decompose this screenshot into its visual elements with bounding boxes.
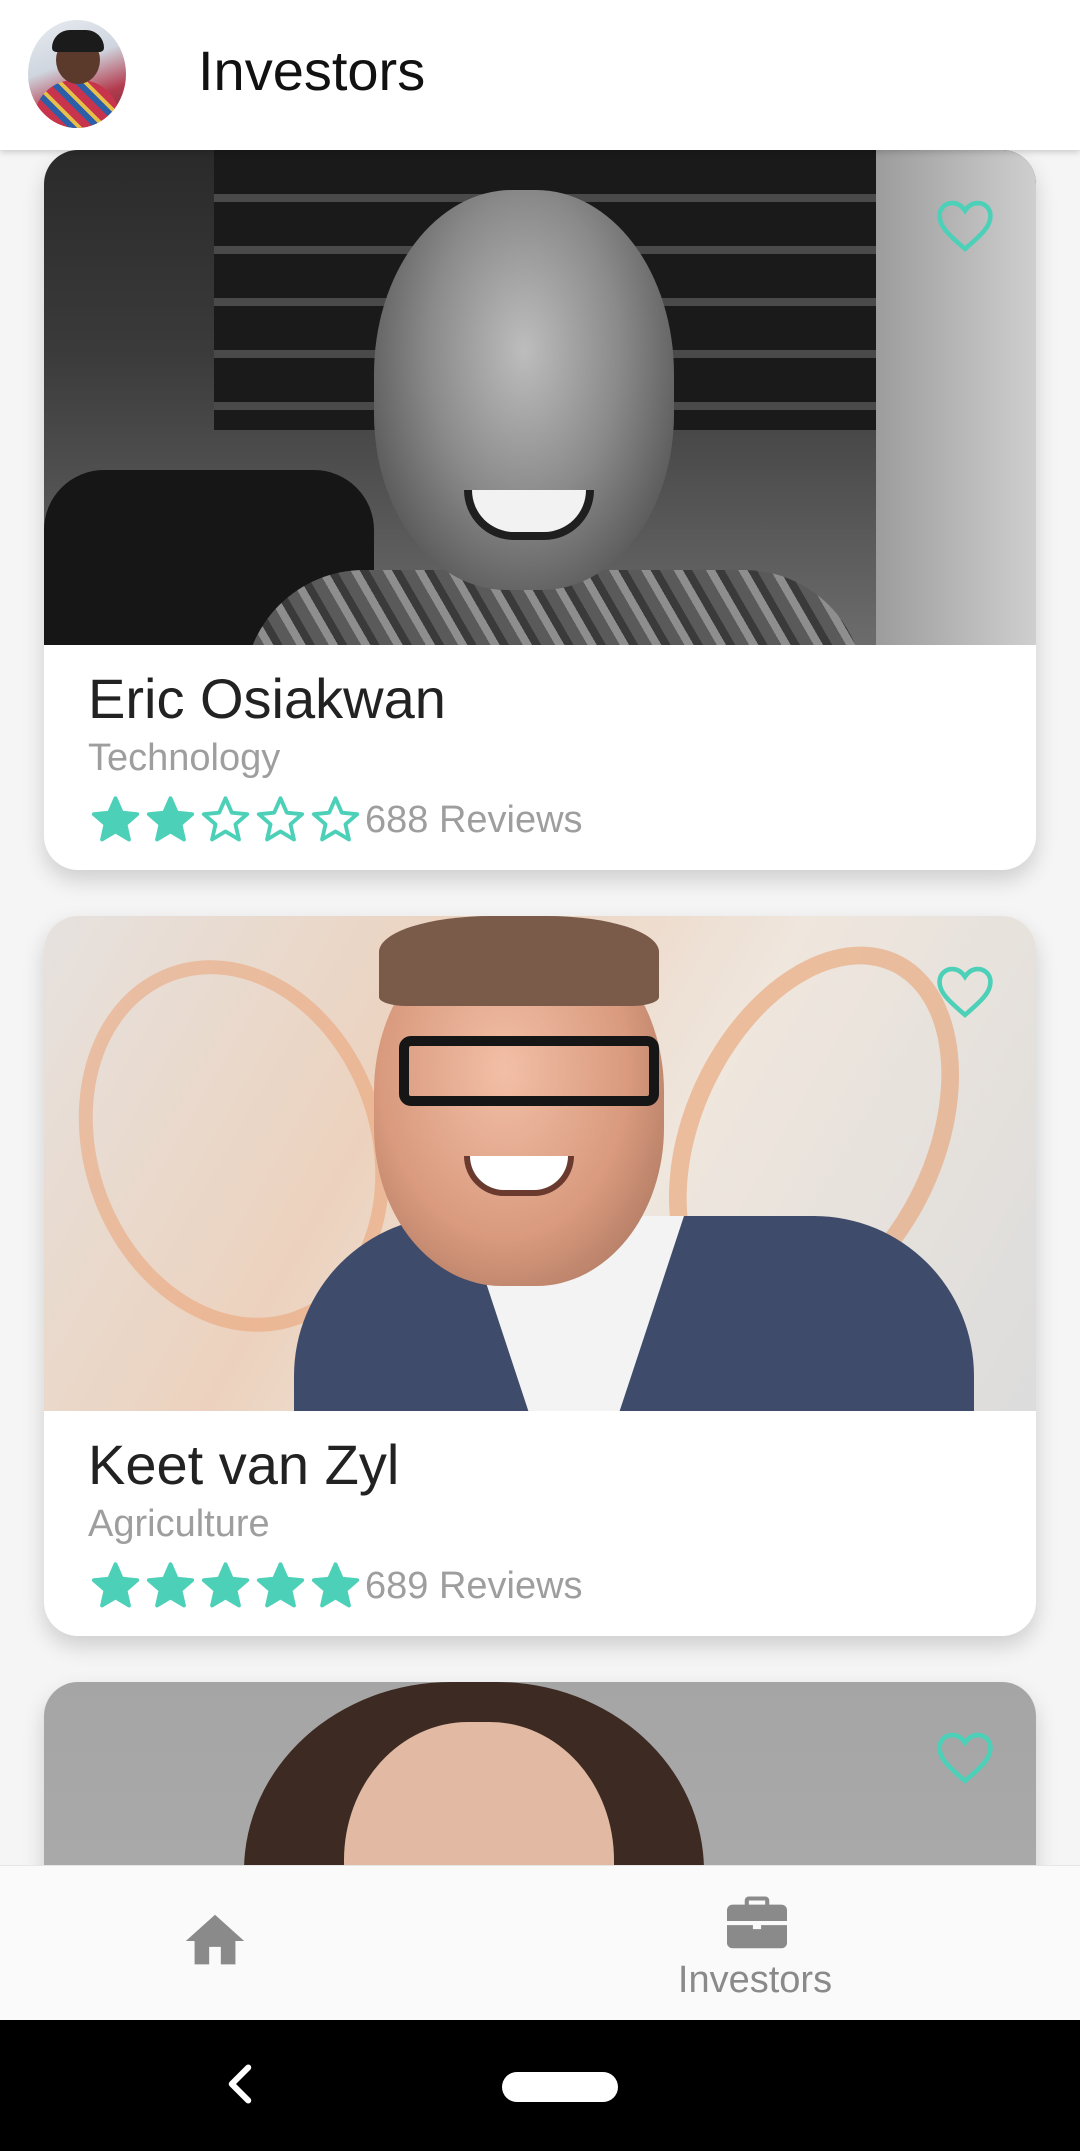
investor-photo (44, 916, 1036, 1411)
page-title: Investors (198, 39, 426, 102)
nav-label-investors: Investors (677, 1959, 833, 2001)
star-outline-icon (201, 796, 250, 842)
home-pill[interactable] (502, 2072, 618, 2102)
system-nav-bar (0, 2020, 1080, 2151)
rating-row: 688 Reviews (88, 791, 992, 849)
investor-card[interactable]: Eric Osiakwan Technology 688 Reviews (44, 150, 1036, 870)
app-bar: Investors (0, 0, 1080, 150)
home-icon[interactable] (180, 1906, 250, 1976)
investor-category: Technology (88, 737, 281, 779)
heart-icon[interactable] (934, 198, 996, 254)
investor-photo (44, 150, 1036, 645)
review-count: 688 Reviews (365, 798, 583, 841)
briefcase-icon (727, 1896, 787, 1949)
heart-icon[interactable] (934, 964, 996, 1020)
rating-row: 689 Reviews (88, 1557, 992, 1615)
back-icon[interactable] (225, 2062, 255, 2106)
star-filled-icon (146, 796, 195, 842)
star-filled-icon (256, 1562, 305, 1608)
star-rating (88, 1560, 363, 1612)
investor-card[interactable] (44, 1682, 1036, 1865)
review-count: 689 Reviews (365, 1564, 583, 1607)
star-filled-icon (91, 796, 140, 842)
investor-card[interactable]: Keet van Zyl Agriculture 689 Reviews (44, 916, 1036, 1636)
star-filled-icon (201, 1562, 250, 1608)
nav-item-investors[interactable]: Investors (670, 1891, 840, 2001)
star-filled-icon (91, 1562, 140, 1608)
star-filled-icon (311, 1562, 360, 1608)
star-filled-icon (146, 1562, 195, 1608)
investor-list[interactable]: Eric Osiakwan Technology 688 Reviews Kee… (0, 150, 1080, 1865)
user-avatar[interactable] (28, 20, 126, 128)
investor-name: Eric Osiakwan (88, 667, 446, 730)
investor-name: Keet van Zyl (88, 1433, 400, 1496)
star-rating (88, 794, 363, 846)
investor-photo (44, 1682, 1036, 1865)
heart-icon[interactable] (934, 1730, 996, 1786)
investor-category: Agriculture (88, 1503, 270, 1545)
star-outline-icon (256, 796, 305, 842)
star-outline-icon (311, 796, 360, 842)
bottom-navigation: Investors (0, 1865, 1080, 2020)
